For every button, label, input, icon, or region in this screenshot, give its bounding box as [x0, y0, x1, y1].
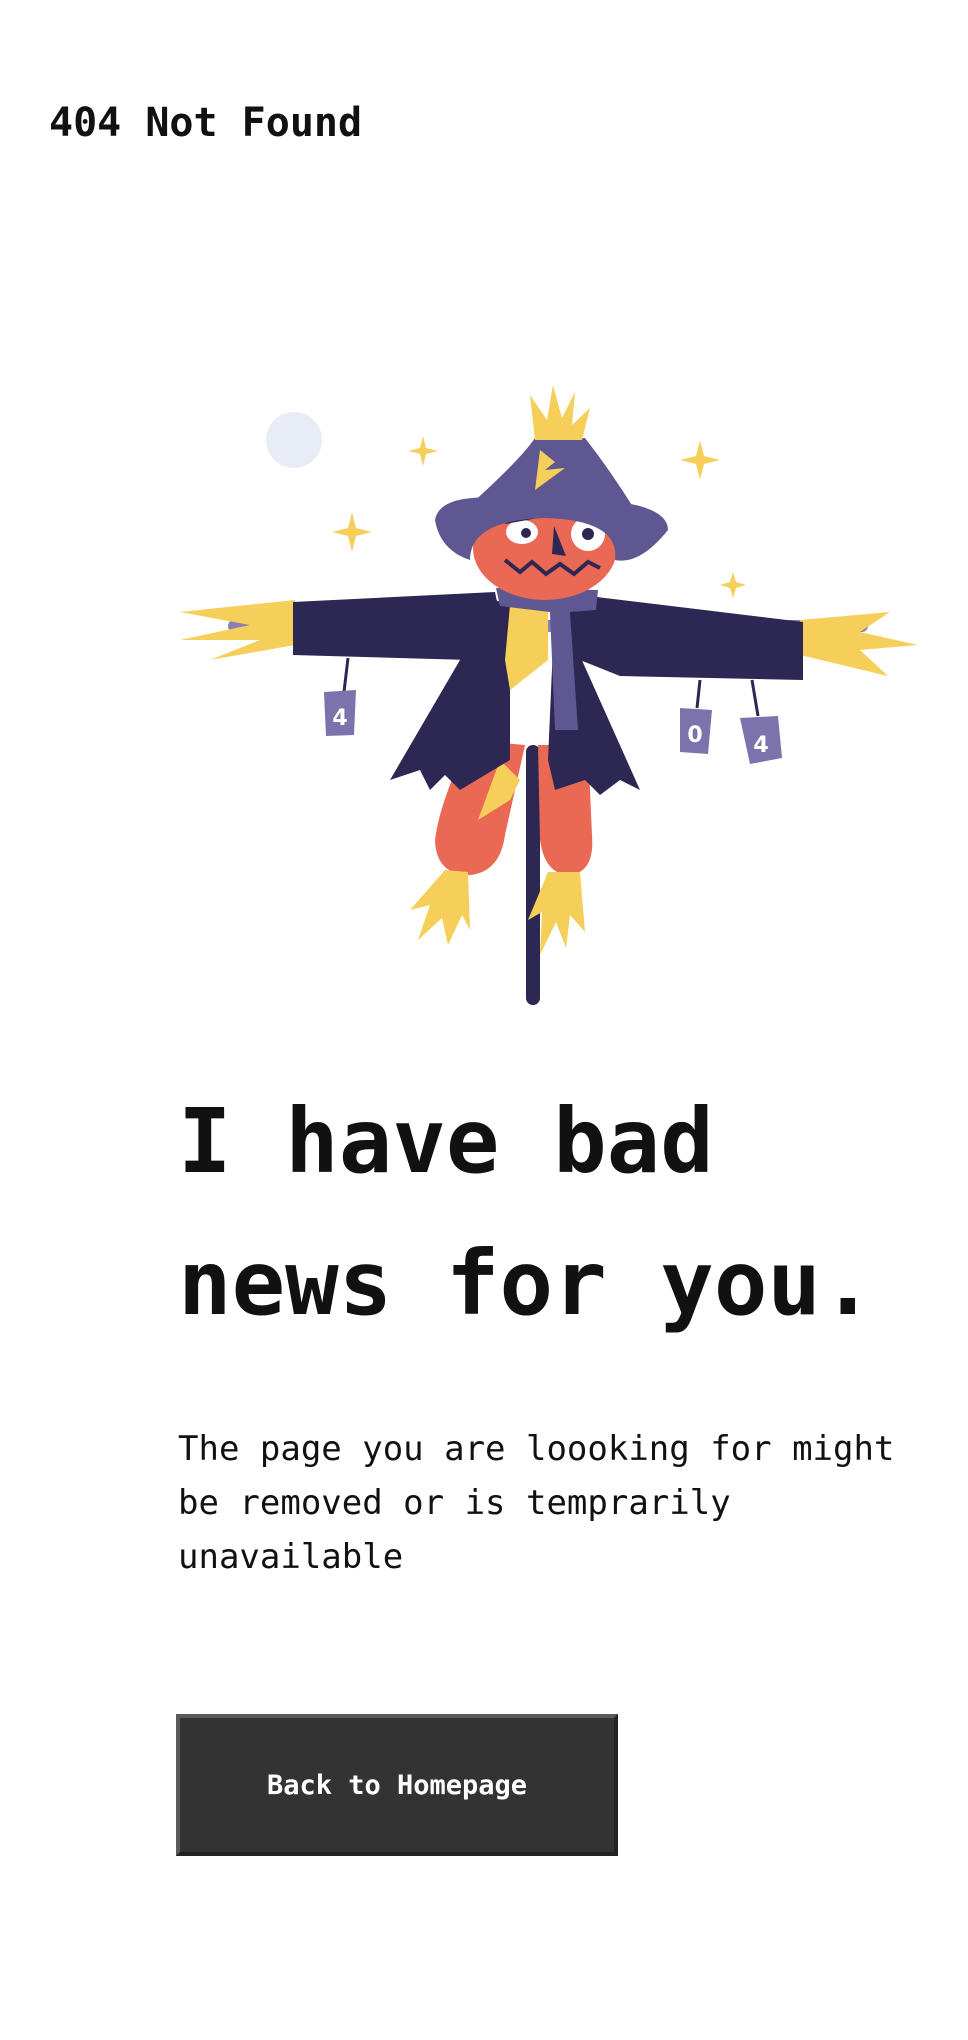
- can-label: 0: [687, 723, 702, 748]
- headline-line: news for you.: [178, 1231, 875, 1335]
- scarecrow-illustration: 4 0 4: [180, 385, 918, 1005]
- headline: I have bad news for you.: [178, 1070, 938, 1354]
- back-to-homepage-button[interactable]: Back to Homepage: [176, 1714, 618, 1856]
- message-line: The page you are loooking for might: [178, 1429, 895, 1469]
- moon-icon: [266, 412, 322, 468]
- can-label: 4: [332, 706, 347, 731]
- can-label: 4: [753, 733, 768, 758]
- message-line: unavailable: [178, 1537, 404, 1577]
- page-title: 404 Not Found: [49, 100, 363, 146]
- message-line: be removed or is temprarily: [178, 1483, 731, 1523]
- headline-line: I have bad: [178, 1089, 714, 1193]
- error-message: The page you are loooking for might be r…: [178, 1422, 938, 1584]
